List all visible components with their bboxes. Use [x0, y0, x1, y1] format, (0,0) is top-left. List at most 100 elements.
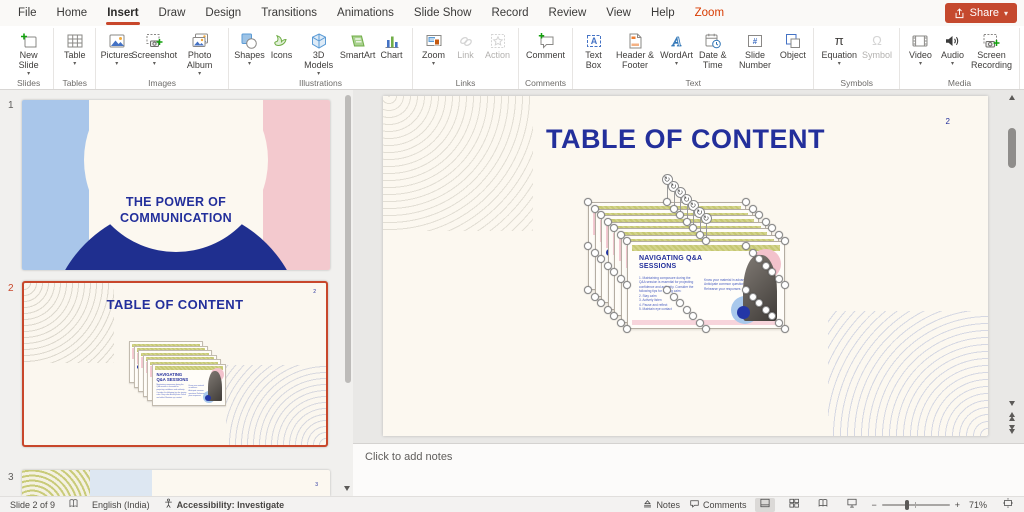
ribbon-pictures-button[interactable]: Pictures▾	[101, 30, 132, 77]
ribbon-icons-button[interactable]: Icons	[266, 30, 297, 77]
scrollbar-thumb[interactable]	[1008, 128, 1016, 168]
ribbon-text-box-button[interactable]: AText Box	[578, 30, 609, 71]
selection-handle[interactable]	[663, 198, 671, 206]
selection-handle[interactable]	[623, 281, 631, 289]
ribbon-wordart-button[interactable]: AWordArt▾	[661, 30, 692, 71]
selection-handle[interactable]	[755, 299, 763, 307]
selection-handle[interactable]	[597, 255, 605, 263]
ribbon-comment-button[interactable]: Comment	[524, 30, 567, 61]
ribbon-3d-models-button[interactable]: 3D Models▾	[298, 30, 339, 77]
selection-handle[interactable]	[768, 268, 776, 276]
selection-handle[interactable]	[610, 268, 618, 276]
ribbon-screenshot-button[interactable]: Screenshot▾	[133, 30, 175, 77]
tab-insert[interactable]: Insert	[97, 0, 148, 26]
selection-handle[interactable]	[663, 286, 671, 294]
share-button[interactable]: Share ▾	[945, 3, 1017, 23]
selected-object-group[interactable]: NAVIGATING Q&A SESSIONS1. Maintaining co…	[588, 202, 798, 342]
zoom-in-button[interactable]: +	[955, 500, 960, 510]
tab-file[interactable]: File	[8, 0, 47, 26]
tab-view[interactable]: View	[596, 0, 641, 26]
scroll-down-button[interactable]	[1005, 398, 1019, 408]
selection-handle[interactable]	[755, 255, 763, 263]
ribbon-new-slide-button[interactable]: New Slide▾	[9, 30, 48, 77]
selection-handle[interactable]	[768, 312, 776, 320]
selection-handle[interactable]	[781, 237, 789, 245]
tab-review[interactable]: Review	[539, 0, 597, 26]
selection-handle[interactable]	[781, 325, 789, 333]
tab-record[interactable]: Record	[481, 0, 538, 26]
selection-handle[interactable]	[702, 325, 710, 333]
tab-home[interactable]: Home	[47, 0, 98, 26]
ribbon-shapes-button[interactable]: Shapes▾	[234, 30, 265, 77]
ribbon-object-button[interactable]: Object	[777, 30, 808, 71]
selection-handle[interactable]	[768, 224, 776, 232]
slide-canvas[interactable]: TABLE OF CONTENT 2 NAVIGATING Q&A SESSIO…	[383, 96, 988, 436]
selection-handle[interactable]	[742, 198, 750, 206]
ribbon-table-button[interactable]: Table▾	[59, 30, 90, 67]
rotation-handle[interactable]: ↻	[701, 213, 712, 224]
tab-design[interactable]: Design	[195, 0, 251, 26]
selection-handle[interactable]	[623, 325, 631, 333]
selection-handle[interactable]	[597, 211, 605, 219]
selection-handle[interactable]	[584, 242, 592, 250]
selection-handle[interactable]	[742, 242, 750, 250]
selection-handle[interactable]	[610, 224, 618, 232]
selection-handle[interactable]	[702, 237, 710, 245]
slide-thumbnail-3[interactable]: 3	[22, 470, 330, 496]
ribbon-slide-number-button[interactable]: #Slide Number	[733, 30, 776, 71]
accessibility-button[interactable]: Accessibility: Investigate	[163, 498, 285, 511]
notes-placeholder[interactable]: Click to add notes	[365, 451, 452, 463]
ribbon-smartart-button[interactable]: SmartArt	[340, 30, 375, 77]
ribbon-screen-recording-button[interactable]: Screen Recording	[969, 30, 1014, 71]
zoom-level-label[interactable]: 71%	[969, 500, 989, 510]
ribbon-header-footer-button[interactable]: Header & Footer	[610, 30, 660, 71]
tab-transitions[interactable]: Transitions	[251, 0, 327, 26]
ribbon-zoom-button[interactable]: Zoom▾	[418, 30, 449, 67]
ribbon-photo-album-button[interactable]: Photo Album▾	[176, 30, 223, 77]
slide-thumbnail-2-selected[interactable]: TABLE OF CONTENT 2 NAVIGATING Q&A SESSIO…	[22, 281, 328, 447]
thumbnail-scroll-down-button[interactable]	[341, 486, 353, 496]
zoom-out-button[interactable]: −	[871, 500, 876, 510]
language-button[interactable]: English (India)	[92, 500, 150, 510]
selection-handle[interactable]	[584, 286, 592, 294]
ribbon-date-time-button[interactable]: Date & Time	[693, 30, 732, 71]
ribbon-equation-button[interactable]: πEquation▾	[819, 30, 859, 67]
ribbon-video-button[interactable]: Video▾	[905, 30, 936, 71]
selection-handle[interactable]	[584, 198, 592, 206]
previous-slide-button[interactable]	[1005, 410, 1019, 422]
comments-toggle-button[interactable]: Comments	[689, 498, 747, 511]
tab-animations[interactable]: Animations	[327, 0, 404, 26]
selection-handle[interactable]	[689, 312, 697, 320]
slide-show-button[interactable]	[842, 498, 862, 512]
slide-title-text[interactable]: TABLE OF CONTENT	[383, 124, 988, 155]
tab-zoom[interactable]: Zoom	[685, 0, 734, 26]
slide-sorter-view-button[interactable]	[784, 498, 804, 512]
ribbon-chart-button[interactable]: Chart	[376, 30, 407, 77]
scroll-up-button[interactable]	[1005, 92, 1019, 102]
zoom-slider-thumb[interactable]	[905, 500, 909, 510]
selection-handle[interactable]	[742, 286, 750, 294]
ribbon-audio-button[interactable]: Audio▾	[937, 30, 968, 71]
normal-view-button[interactable]	[755, 498, 775, 512]
reading-view-button[interactable]	[813, 498, 833, 512]
notes-toggle-button[interactable]: Notes	[642, 498, 680, 511]
selection-handle[interactable]	[610, 312, 618, 320]
selection-handle[interactable]	[676, 211, 684, 219]
proofing-button[interactable]	[68, 498, 79, 511]
slide-thumbnail-1[interactable]: THE POWER OF COMMUNICATION	[22, 100, 330, 270]
selection-handle[interactable]	[623, 237, 631, 245]
notes-pane[interactable]: Click to add notes	[353, 443, 1024, 496]
selection-handle[interactable]	[781, 281, 789, 289]
selection-handle[interactable]	[676, 299, 684, 307]
thumbnail-scrollbar[interactable]	[345, 95, 351, 383]
selection-handle[interactable]	[755, 211, 763, 219]
selection-handle[interactable]	[597, 299, 605, 307]
content-card-front[interactable]: NAVIGATING Q&A SESSIONS1. Maintaining co…	[627, 241, 785, 329]
tab-help[interactable]: Help	[641, 0, 685, 26]
selection-handle[interactable]	[689, 224, 697, 232]
next-slide-button[interactable]	[1005, 423, 1019, 435]
tab-slide-show[interactable]: Slide Show	[404, 0, 482, 26]
tab-draw[interactable]: Draw	[149, 0, 196, 26]
fit-slide-to-window-button[interactable]	[998, 498, 1018, 512]
zoom-slider-track[interactable]	[882, 504, 950, 506]
